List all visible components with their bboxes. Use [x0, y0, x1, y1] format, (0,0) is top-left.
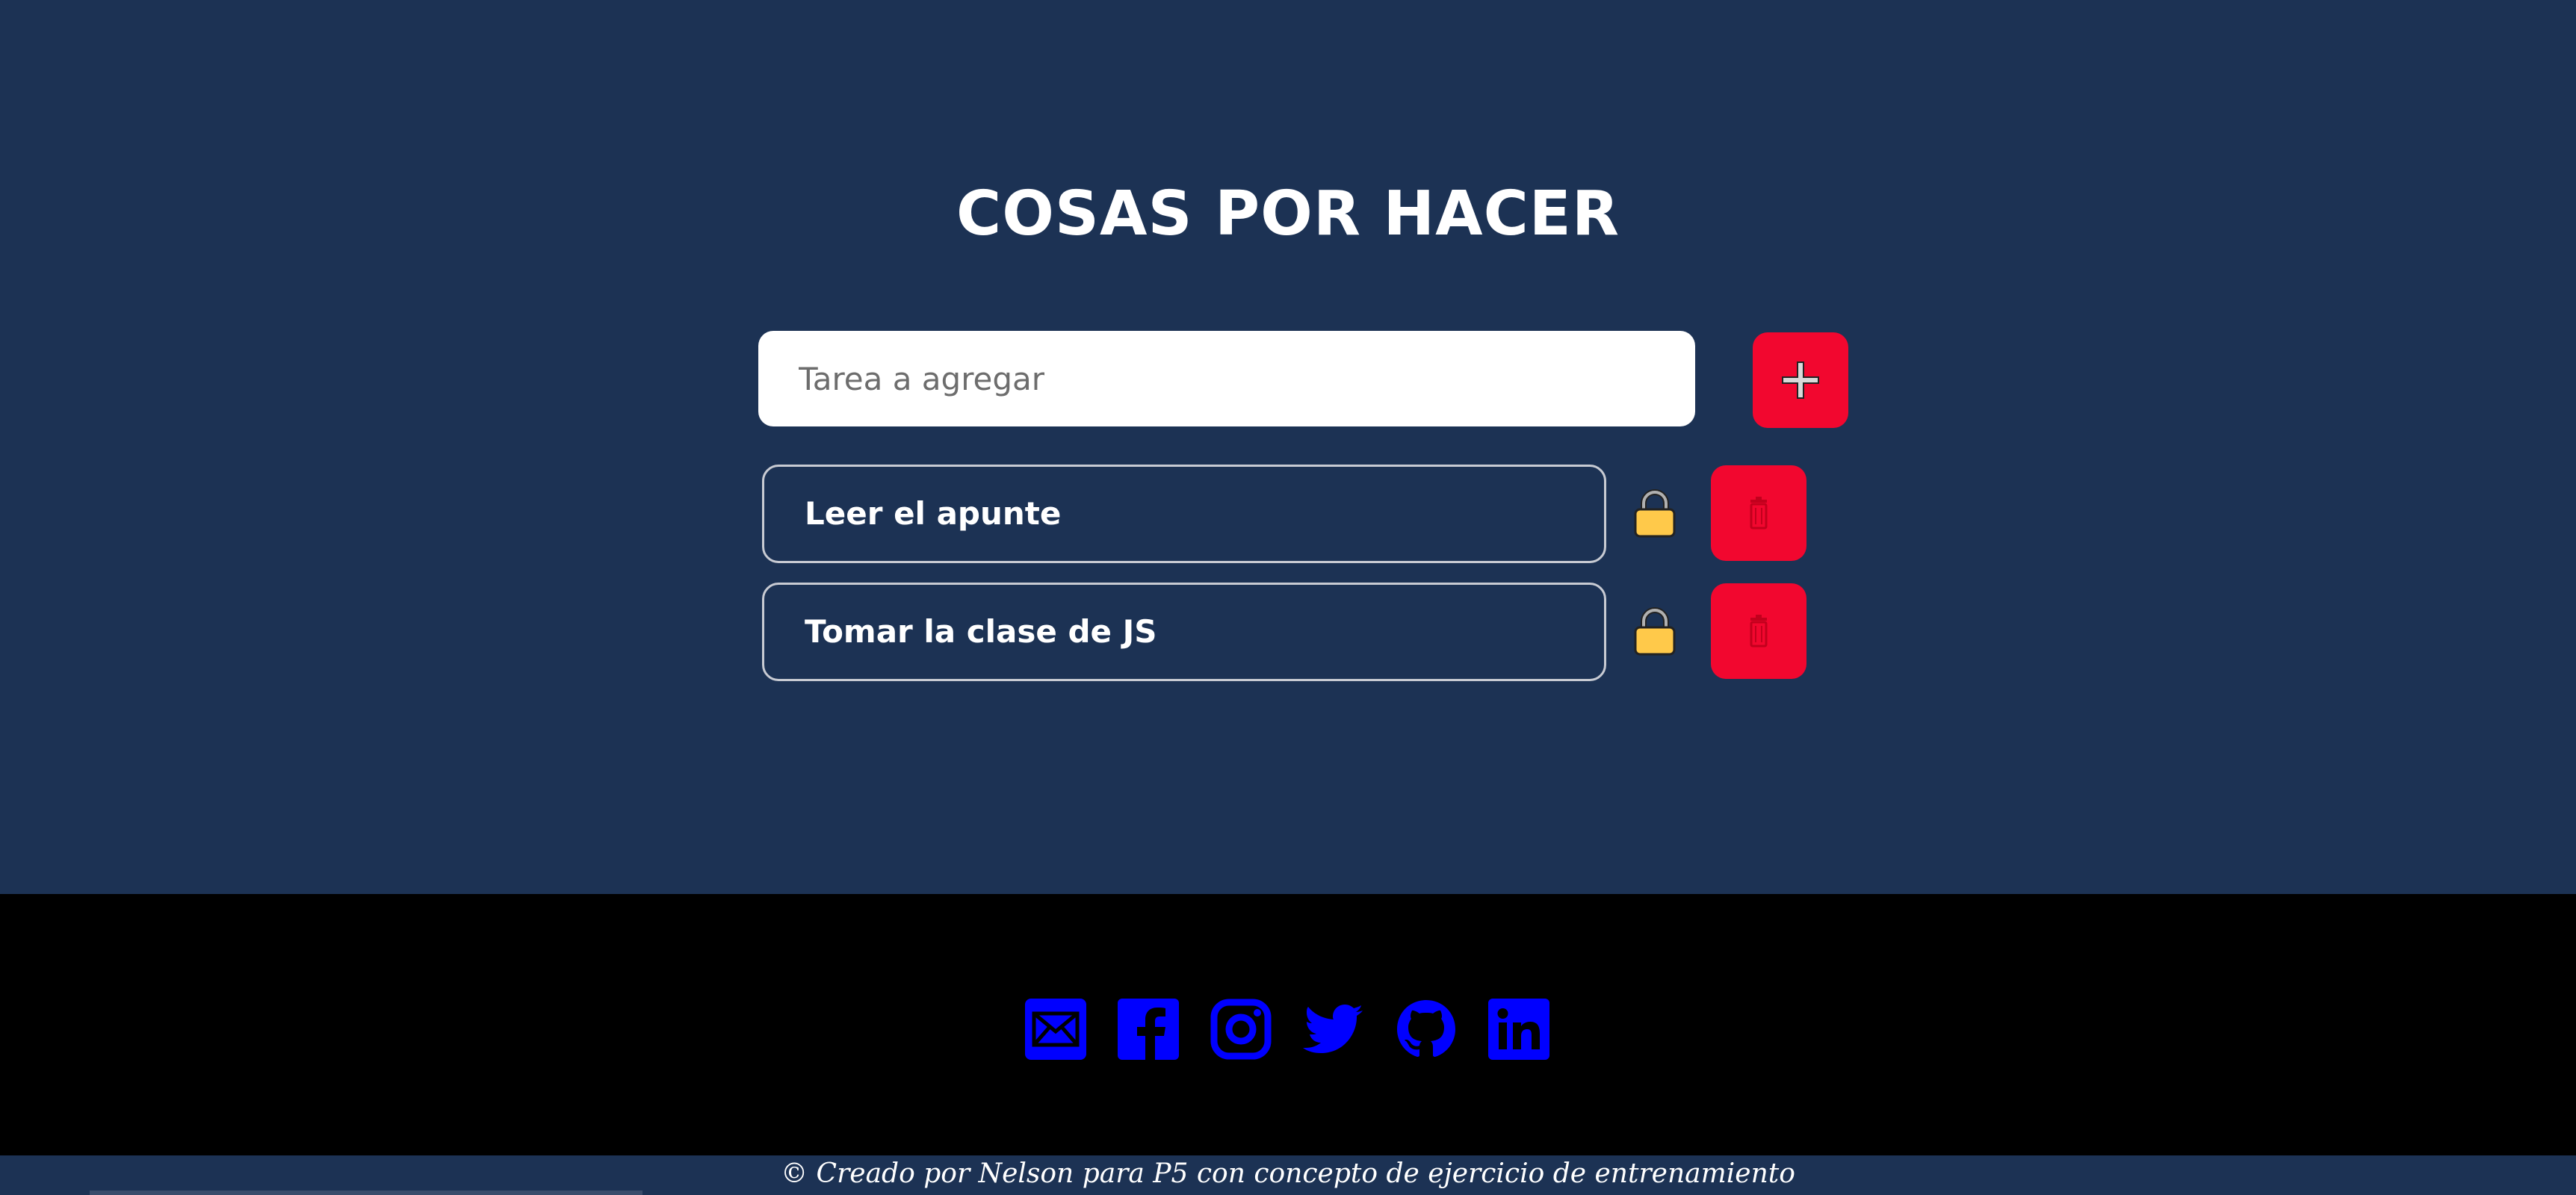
delete-task-button[interactable] — [1711, 465, 1806, 561]
plus-icon — [1782, 361, 1819, 399]
horizontal-scrollbar[interactable] — [90, 1191, 643, 1195]
add-task-button[interactable] — [1753, 332, 1848, 428]
instagram-icon[interactable] — [1210, 999, 1272, 1060]
task-text: Tomar la clase de JS — [805, 613, 1157, 650]
app-root: COSAS POR HACER Leer el apunte — [0, 0, 2576, 1195]
task-input[interactable] — [758, 331, 1695, 426]
main-section: COSAS POR HACER Leer el apunte — [0, 0, 2576, 894]
lock-icon[interactable] — [1633, 606, 1676, 656]
footer-credit: © Creado por Nelson para P5 con concepto… — [781, 1158, 1795, 1189]
linkedin-icon[interactable] — [1488, 999, 1549, 1060]
github-icon[interactable] — [1396, 999, 1457, 1060]
trash-icon — [1750, 497, 1768, 530]
delete-task-button[interactable] — [1711, 583, 1806, 679]
email-icon[interactable] — [1025, 999, 1086, 1060]
lock-icon[interactable] — [1633, 488, 1676, 538]
trash-icon — [1750, 615, 1768, 648]
task-item: Tomar la clase de JS — [762, 583, 1606, 681]
facebook-icon[interactable] — [1118, 999, 1179, 1060]
footer — [0, 894, 2576, 1155]
task-item: Leer el apunte — [762, 465, 1606, 563]
page-title: COSAS POR HACER — [956, 179, 1620, 249]
twitter-icon[interactable] — [1303, 999, 1364, 1060]
task-text: Leer el apunte — [805, 495, 1062, 532]
